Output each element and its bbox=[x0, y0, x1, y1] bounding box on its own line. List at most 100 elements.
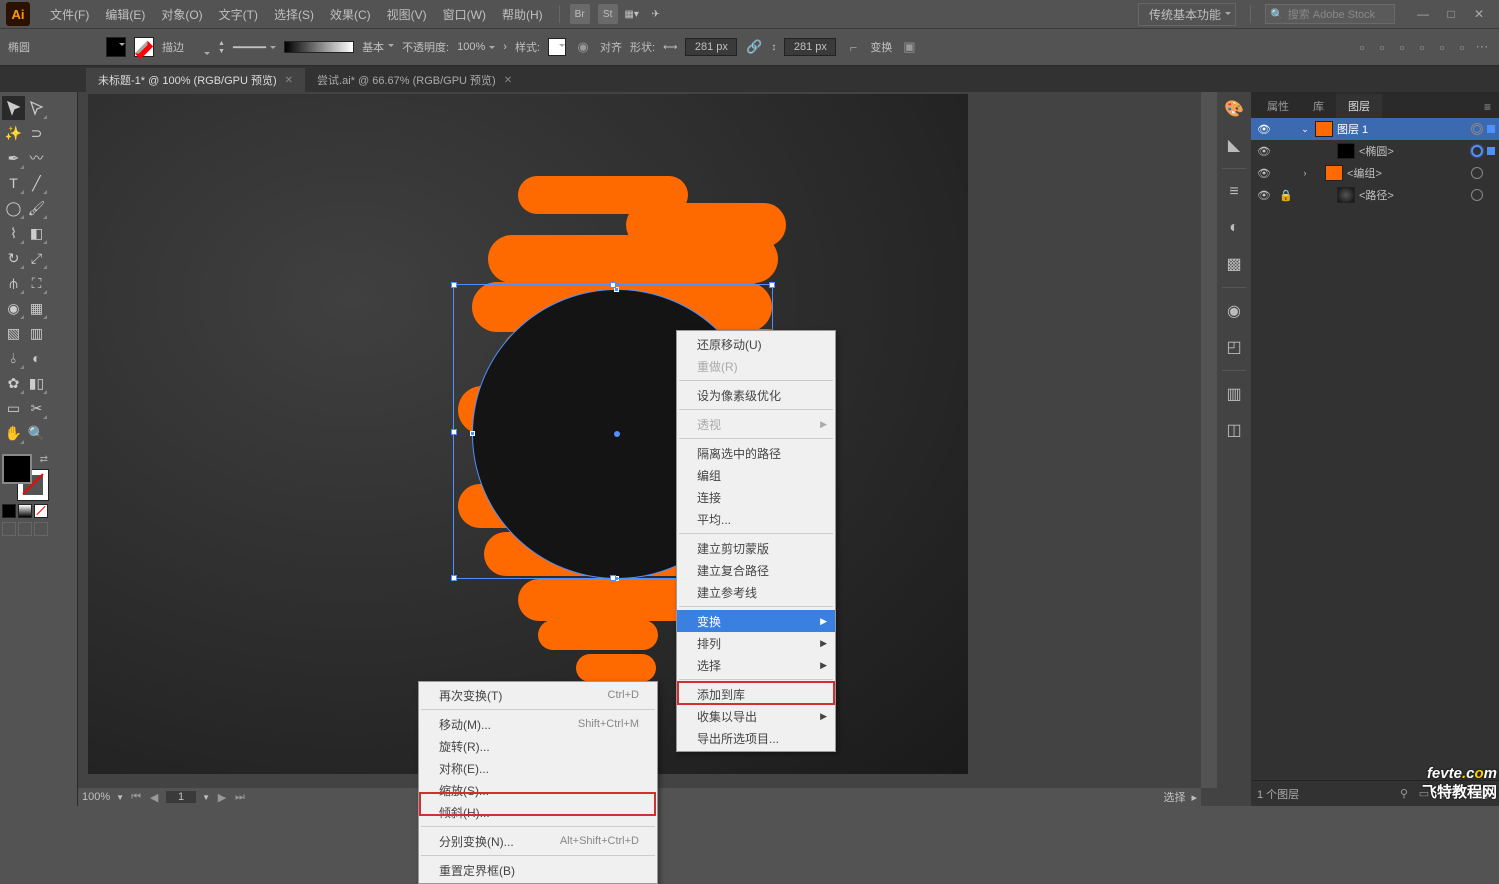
layer-name[interactable]: <路径> bbox=[1359, 187, 1467, 203]
ctx-collect-export[interactable]: 收集以导出 bbox=[677, 705, 835, 727]
status-arrow-icon[interactable]: ▸ bbox=[1191, 791, 1197, 804]
color-mode-none[interactable] bbox=[34, 504, 48, 518]
stroke-profile-dropdown[interactable]: ━━━━━ bbox=[233, 41, 276, 54]
ctx-pixel-optimize[interactable]: 设为像素级优化 bbox=[677, 384, 835, 406]
selection-tool[interactable] bbox=[2, 96, 25, 120]
color-mode-gradient[interactable] bbox=[18, 504, 32, 518]
fill-box[interactable] bbox=[2, 454, 32, 484]
page-field[interactable]: 1 bbox=[166, 791, 196, 803]
expand-toggle[interactable]: › bbox=[1299, 168, 1311, 178]
menu-edit[interactable]: 编辑(E) bbox=[99, 4, 151, 25]
magic-wand-tool[interactable]: ✨ bbox=[2, 121, 25, 145]
graph-tool[interactable]: ▮▯ bbox=[25, 371, 48, 395]
draw-normal[interactable] bbox=[2, 522, 16, 536]
ctx-make-guides[interactable]: 建立参考线 bbox=[677, 581, 835, 603]
resize-handle[interactable] bbox=[769, 282, 775, 288]
slice-tool[interactable]: ✂ bbox=[25, 396, 48, 420]
ctx-join[interactable]: 连接 bbox=[677, 486, 835, 508]
align-panel-icon[interactable]: ▥ bbox=[1221, 381, 1247, 407]
ctx-average[interactable]: 平均... bbox=[677, 508, 835, 530]
fill-stroke-control[interactable]: ⇄ bbox=[2, 454, 48, 500]
align-label[interactable]: 对齐 bbox=[600, 39, 622, 55]
target-icon[interactable] bbox=[1471, 189, 1483, 201]
zoom-field[interactable]: 100% bbox=[82, 791, 110, 803]
layer-name[interactable]: <椭圆> bbox=[1359, 143, 1467, 159]
layer-row-top[interactable]: 👁 ⌄ 图层 1 bbox=[1251, 118, 1499, 140]
arrange-icon[interactable]: ▦▾ bbox=[622, 4, 642, 24]
sub-transform-again[interactable]: 再次变换(T)Ctrl+D bbox=[419, 684, 657, 706]
ctx-group[interactable]: 编组 bbox=[677, 464, 835, 486]
color-panel-icon[interactable]: 🎨 bbox=[1221, 96, 1247, 122]
bridge-icon[interactable]: Br bbox=[570, 4, 590, 24]
isolate-icon[interactable]: ▣ bbox=[900, 38, 918, 56]
workspace-dropdown[interactable]: 传统基本功能 bbox=[1138, 3, 1236, 26]
maximize-button[interactable]: □ bbox=[1437, 4, 1465, 24]
layer-row-group[interactable]: 👁 › <编组> bbox=[1251, 162, 1499, 184]
ctx-make-clip[interactable]: 建立剪切蒙版 bbox=[677, 537, 835, 559]
color-guide-icon[interactable]: ◣ bbox=[1221, 132, 1247, 158]
ctx-make-compound[interactable]: 建立复合路径 bbox=[677, 559, 835, 581]
gpu-icon[interactable]: ✈ bbox=[646, 4, 666, 24]
minimize-button[interactable]: — bbox=[1409, 4, 1437, 24]
rotate-tool[interactable]: ↻ bbox=[2, 246, 25, 270]
height-field[interactable] bbox=[784, 38, 836, 56]
panel-tab-properties[interactable]: 属性 bbox=[1255, 94, 1301, 118]
document-tab-2[interactable]: 尝试.ai* @ 66.67% (RGB/GPU 预览) ✕ bbox=[305, 68, 524, 92]
resize-handle[interactable] bbox=[451, 429, 457, 435]
graphic-styles-icon[interactable]: ◰ bbox=[1221, 334, 1247, 360]
menu-file[interactable]: 文件(F) bbox=[44, 4, 95, 25]
artboard[interactable] bbox=[88, 94, 968, 774]
appearance-panel-icon[interactable]: ◉ bbox=[1221, 298, 1247, 324]
eraser-tool[interactable]: ◧ bbox=[25, 221, 48, 245]
gradient-tool[interactable]: ▥ bbox=[25, 321, 48, 345]
direct-selection-tool[interactable] bbox=[25, 96, 48, 120]
target-icon[interactable] bbox=[1471, 167, 1483, 179]
sub-transform-each[interactable]: 分别变换(N)...Alt+Shift+Ctrl+D bbox=[419, 830, 657, 852]
draw-behind[interactable] bbox=[18, 522, 32, 536]
opacity-arrow[interactable]: › bbox=[503, 41, 507, 53]
menu-effect[interactable]: 效果(C) bbox=[324, 4, 377, 25]
layer-row-ellipse[interactable]: 👁 <椭圆> bbox=[1251, 140, 1499, 162]
shaper-tool[interactable]: ⌇ bbox=[2, 221, 25, 245]
menu-window[interactable]: 窗口(W) bbox=[437, 4, 492, 25]
resize-handle[interactable] bbox=[610, 575, 616, 581]
link-icon[interactable]: 🔗 bbox=[745, 38, 763, 56]
ctx-undo[interactable]: 还原移动(U) bbox=[677, 333, 835, 355]
resize-handle[interactable] bbox=[610, 282, 616, 288]
ctx-arrange[interactable]: 排列 bbox=[677, 632, 835, 654]
artboard-tool[interactable]: ▭ bbox=[2, 396, 25, 420]
sub-reflect[interactable]: 对称(E)... bbox=[419, 757, 657, 779]
vertical-scrollbar[interactable] bbox=[1201, 92, 1217, 788]
ellipse-tool[interactable]: ◯ bbox=[2, 196, 25, 220]
visibility-toggle[interactable]: 👁 bbox=[1255, 123, 1273, 136]
visibility-toggle[interactable]: 👁 bbox=[1255, 189, 1273, 202]
stock-icon[interactable]: St bbox=[598, 4, 618, 24]
recolor-icon[interactable]: ◉ bbox=[574, 38, 592, 56]
ctx-export-selection[interactable]: 导出所选项目... bbox=[677, 727, 835, 749]
panel-tab-layers[interactable]: 图层 bbox=[1336, 94, 1382, 118]
document-tab-1[interactable]: 未标题-1* @ 100% (RGB/GPU 预览) ✕ bbox=[86, 68, 305, 92]
symbol-tool[interactable]: ✿ bbox=[2, 371, 25, 395]
mesh-tool[interactable]: ▧ bbox=[2, 321, 25, 345]
width-field[interactable] bbox=[685, 38, 737, 56]
lasso-tool[interactable]: ⊃ bbox=[25, 121, 48, 145]
corner-icon[interactable]: ⌐ bbox=[844, 38, 862, 56]
color-mode-solid[interactable] bbox=[2, 504, 16, 518]
lock-toggle[interactable]: 🔒 bbox=[1277, 189, 1295, 202]
close-icon[interactable]: ✕ bbox=[504, 75, 512, 86]
menu-view[interactable]: 视图(V) bbox=[381, 4, 433, 25]
zoom-tool[interactable]: 🔍 bbox=[25, 421, 48, 445]
target-icon[interactable] bbox=[1471, 123, 1483, 135]
resize-handle[interactable] bbox=[451, 575, 457, 581]
pen-tool[interactable]: ✒ bbox=[2, 146, 25, 170]
width-tool[interactable]: ⫛ bbox=[2, 271, 25, 295]
menu-object[interactable]: 对象(O) bbox=[155, 4, 208, 25]
next-page-button[interactable]: ▶ bbox=[216, 791, 228, 803]
expand-toggle[interactable]: ⌄ bbox=[1299, 124, 1311, 135]
ctx-select[interactable]: 选择 bbox=[677, 654, 835, 676]
locate-icon[interactable]: ⚲ bbox=[1395, 785, 1413, 803]
brush-preview[interactable] bbox=[284, 41, 354, 53]
ctrl-icon-5[interactable]: ▫ bbox=[1433, 38, 1451, 56]
ctrl-icon-7[interactable]: ⋯ bbox=[1473, 38, 1491, 56]
type-tool[interactable]: T bbox=[2, 171, 25, 195]
